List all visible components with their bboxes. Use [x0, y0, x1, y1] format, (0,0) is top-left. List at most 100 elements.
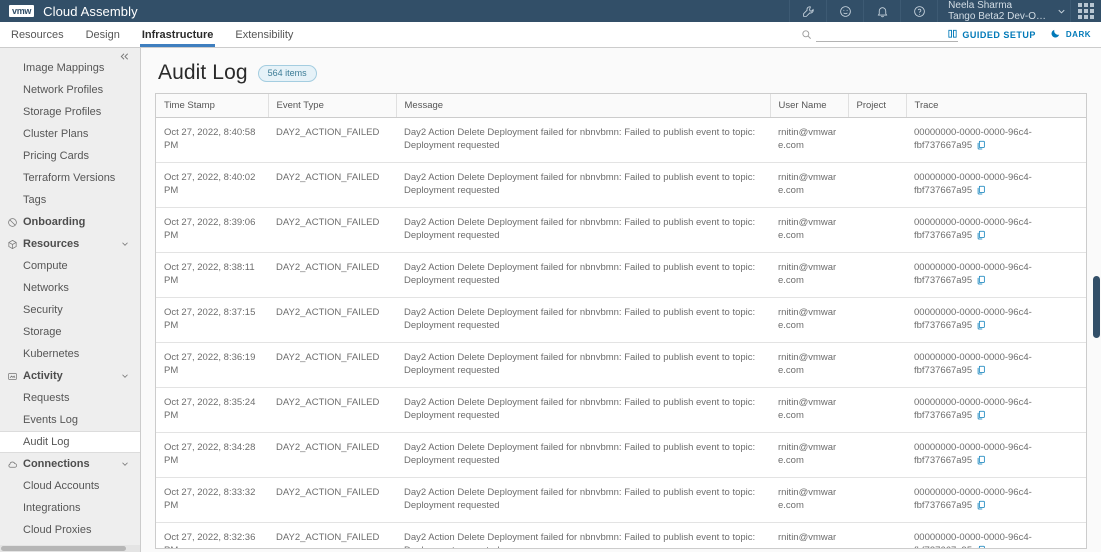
cell-event-type: DAY2_ACTION_FAILED	[268, 478, 396, 523]
sidebar-horizontal-scrollbar[interactable]	[0, 545, 141, 552]
cell-project	[848, 478, 906, 523]
cell-project	[848, 118, 906, 163]
tab-infrastructure[interactable]: Infrastructure	[131, 22, 225, 47]
cloud-icon	[4, 459, 21, 470]
table-row[interactable]: Oct 27, 2022, 8:38:11 PMDAY2_ACTION_FAIL…	[156, 253, 1087, 298]
copy-icon[interactable]	[976, 230, 986, 244]
copy-icon[interactable]	[976, 365, 986, 379]
cell-trace: 00000000-0000-0000-96c4-fbf737667a95	[906, 118, 1087, 163]
sidebar-item-kubernetes[interactable]: Kubernetes	[0, 343, 140, 365]
tab-resources[interactable]: Resources	[0, 22, 75, 47]
app-title: Cloud Assembly	[43, 4, 138, 19]
help-icon[interactable]	[900, 0, 937, 22]
sidebar-item-storage[interactable]: Storage	[0, 321, 140, 343]
sidebar-item-image-mappings[interactable]: Image Mappings	[0, 57, 140, 79]
sidebar-item-network-profiles[interactable]: Network Profiles	[0, 79, 140, 101]
cell-timestamp: Oct 27, 2022, 8:33:32 PM	[156, 478, 268, 523]
sidebar-item-audit-log[interactable]: Audit Log	[0, 431, 140, 453]
table-row[interactable]: Oct 27, 2022, 8:37:15 PMDAY2_ACTION_FAIL…	[156, 298, 1087, 343]
sidebar-item-activity[interactable]: Activity	[0, 365, 140, 387]
cell-user-name: rnitin@vmware.com	[770, 163, 848, 208]
sidebar-item-cluster-plans[interactable]: Cluster Plans	[0, 123, 140, 145]
smiley-icon[interactable]	[826, 0, 863, 22]
sidebar-item-label: Connections	[23, 458, 90, 470]
copy-icon[interactable]	[976, 275, 986, 289]
copy-icon[interactable]	[976, 455, 986, 469]
copy-icon[interactable]	[976, 185, 986, 199]
table-row[interactable]: Oct 27, 2022, 8:34:28 PMDAY2_ACTION_FAIL…	[156, 433, 1087, 478]
cell-user-name: rnitin@vmware.com	[770, 253, 848, 298]
moon-icon	[1050, 28, 1061, 41]
sidebar-item-cloud-accounts[interactable]: Cloud Accounts	[0, 475, 140, 497]
tab-extensibility[interactable]: Extensibility	[224, 22, 304, 47]
cell-user-name: rnitin@vmware.com	[770, 478, 848, 523]
table-header-row: Time Stamp Event Type Message User Name …	[156, 94, 1087, 118]
sidebar-item-resources[interactable]: Resources	[0, 233, 140, 255]
sidebar-item-events-log[interactable]: Events Log	[0, 409, 140, 431]
sidebar-item-cloud-proxies[interactable]: Cloud Proxies	[0, 519, 140, 541]
cell-trace: 00000000-0000-0000-96c4-fbf737667a95	[906, 253, 1087, 298]
tab-design[interactable]: Design	[75, 22, 131, 47]
sidebar-item-security[interactable]: Security	[0, 299, 140, 321]
dark-mode-toggle[interactable]: DARK	[1050, 22, 1091, 47]
sidebar-item-networks[interactable]: Networks	[0, 277, 140, 299]
chevron-down-icon[interactable]	[120, 239, 130, 249]
table-row[interactable]: Oct 27, 2022, 8:32:36 PMDAY2_ACTION_FAIL…	[156, 523, 1087, 550]
copy-icon[interactable]	[976, 410, 986, 424]
cell-user-name: rnitin@vmware.com	[770, 343, 848, 388]
cell-trace: 00000000-0000-0000-96c4-fbf737667a95	[906, 478, 1087, 523]
table-row[interactable]: Oct 27, 2022, 8:40:58 PMDAY2_ACTION_FAIL…	[156, 118, 1087, 163]
trace-id-value: 00000000-0000-0000-96c4-fbf737667a95	[914, 486, 1080, 514]
cell-trace: 00000000-0000-0000-96c4-fbf737667a95	[906, 163, 1087, 208]
user-menu[interactable]: Neela Sharma Tango Beta2 Dev-O…	[937, 0, 1052, 22]
sidebar-item-connections[interactable]: Connections	[0, 453, 140, 475]
cell-project	[848, 523, 906, 550]
sidebar-item-label: Resources	[23, 238, 79, 250]
copy-icon[interactable]	[976, 140, 986, 154]
cell-trace: 00000000-0000-0000-96c4-fbf737667a95	[906, 298, 1087, 343]
cell-message: Day2 Action Delete Deployment failed for…	[396, 253, 770, 298]
search-input[interactable]	[816, 27, 958, 42]
user-org: Tango Beta2 Dev-O…	[948, 11, 1046, 22]
column-header-message[interactable]: Message	[396, 94, 770, 118]
app-switcher-button[interactable]	[1070, 0, 1101, 22]
column-header-trace[interactable]: Trace	[906, 94, 1087, 118]
cell-project	[848, 388, 906, 433]
cell-project	[848, 343, 906, 388]
column-header-user-name[interactable]: User Name	[770, 94, 848, 118]
column-header-event-type[interactable]: Event Type	[268, 94, 396, 118]
chevron-down-icon[interactable]	[120, 459, 130, 469]
sidebar-item-compute[interactable]: Compute	[0, 255, 140, 277]
copy-icon[interactable]	[976, 500, 986, 514]
bell-icon[interactable]	[863, 0, 900, 22]
sidebar-item-requests[interactable]: Requests	[0, 387, 140, 409]
table-row[interactable]: Oct 27, 2022, 8:33:32 PMDAY2_ACTION_FAIL…	[156, 478, 1087, 523]
sidebar-item-integrations[interactable]: Integrations	[0, 497, 140, 519]
sidebar-item-onboarding[interactable]: Onboarding	[0, 211, 140, 233]
sidebar-item-pricing-cards[interactable]: Pricing Cards	[0, 145, 140, 167]
copy-icon[interactable]	[976, 320, 986, 334]
sidebar-item-label: Kubernetes	[23, 348, 79, 360]
chevron-down-icon[interactable]	[1052, 0, 1070, 22]
cell-user-name: rnitin@vmware.com	[770, 118, 848, 163]
sidebar-item-terraform-versions[interactable]: Terraform Versions	[0, 167, 140, 189]
column-header-timestamp[interactable]: Time Stamp	[156, 94, 268, 118]
copy-icon[interactable]	[976, 545, 986, 549]
chevron-down-icon[interactable]	[120, 371, 130, 381]
table-row[interactable]: Oct 27, 2022, 8:36:19 PMDAY2_ACTION_FAIL…	[156, 343, 1087, 388]
sidebar-item-tags[interactable]: Tags	[0, 189, 140, 211]
sidebar-item-label: Compute	[23, 260, 68, 272]
column-header-project[interactable]: Project	[848, 94, 906, 118]
guided-setup-link[interactable]: GUIDED SETUP	[947, 22, 1036, 47]
trace-id-value: 00000000-0000-0000-96c4-fbf737667a95	[914, 396, 1080, 424]
grid-icon	[1078, 3, 1094, 19]
sidebar-item-storage-profiles[interactable]: Storage Profiles	[0, 101, 140, 123]
cell-event-type: DAY2_ACTION_FAILED	[268, 118, 396, 163]
search-box[interactable]	[801, 22, 933, 47]
table-row[interactable]: Oct 27, 2022, 8:39:06 PMDAY2_ACTION_FAIL…	[156, 208, 1087, 253]
table-row[interactable]: Oct 27, 2022, 8:40:02 PMDAY2_ACTION_FAIL…	[156, 163, 1087, 208]
cell-user-name: rnitin@vmware.com	[770, 208, 848, 253]
content-vertical-scrollbar[interactable]	[1092, 103, 1101, 552]
wrench-icon[interactable]	[789, 0, 826, 22]
table-row[interactable]: Oct 27, 2022, 8:35:24 PMDAY2_ACTION_FAIL…	[156, 388, 1087, 433]
